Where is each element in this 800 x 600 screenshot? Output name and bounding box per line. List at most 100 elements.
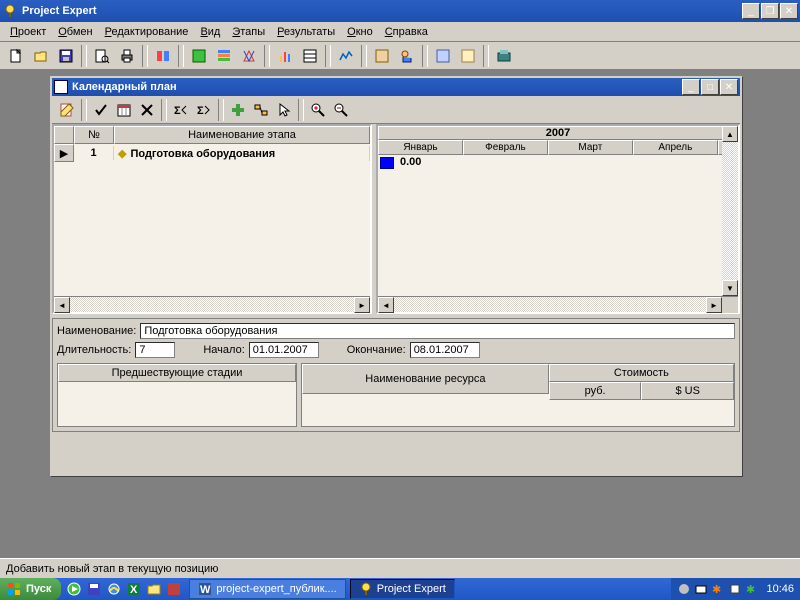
tray-icon[interactable] xyxy=(694,582,708,596)
duration-field[interactable]: 7 xyxy=(135,342,175,358)
gantt-month: Март xyxy=(548,140,633,155)
menu-project[interactable]: Проект xyxy=(4,24,52,40)
check-icon[interactable] xyxy=(90,99,112,121)
gantt-bar[interactable] xyxy=(380,157,394,169)
menu-help[interactable]: Справка xyxy=(379,24,434,40)
indent-right-icon[interactable]: Σ xyxy=(193,99,215,121)
print-button[interactable] xyxy=(115,44,139,68)
mdi-area: Календарный план _ □ ✕ Σ Σ xyxy=(0,70,800,558)
link-icon[interactable] xyxy=(250,99,272,121)
duration-label: Длительность: xyxy=(57,344,131,356)
child-minimize-button[interactable]: _ xyxy=(682,79,700,95)
tray-icon[interactable]: ✱ xyxy=(745,582,759,596)
bulb-icon xyxy=(359,582,373,596)
new-button[interactable] xyxy=(4,44,28,68)
clock[interactable]: 10:46 xyxy=(766,583,794,595)
tray-icon[interactable] xyxy=(728,582,742,596)
close-button[interactable]: ✕ xyxy=(780,3,798,19)
start-field[interactable]: 01.01.2007 xyxy=(249,342,319,358)
predecessors-header: Предшествующие стадии xyxy=(58,364,296,382)
right-hscrollbar[interactable]: ◄ ► xyxy=(378,296,738,312)
tray-icon[interactable]: ✱ xyxy=(711,582,725,596)
indent-left-icon[interactable]: Σ xyxy=(170,99,192,121)
scroll-down-icon[interactable]: ▼ xyxy=(722,280,738,296)
end-label: Окончание: xyxy=(347,344,406,356)
scroll-left-icon[interactable]: ◄ xyxy=(378,297,394,313)
right-vscrollbar[interactable]: ▲ ▼ xyxy=(722,126,738,296)
table-row[interactable]: ▶ 1 ◆Подготовка оборудования xyxy=(54,144,370,162)
scroll-right-icon[interactable]: ► xyxy=(706,297,722,313)
calendar-icon[interactable] xyxy=(113,99,135,121)
cell-stage-name: ◆Подготовка оборудования xyxy=(114,146,370,161)
add-icon[interactable] xyxy=(227,99,249,121)
tool-9[interactable] xyxy=(395,44,419,68)
col-stage-name[interactable]: Наименование этапа xyxy=(114,126,370,144)
task-label: project-expert_публик.... xyxy=(216,583,336,595)
menu-window[interactable]: Окно xyxy=(341,24,379,40)
preview-button[interactable] xyxy=(90,44,114,68)
tool-1[interactable] xyxy=(151,44,175,68)
start-label: Начало: xyxy=(203,344,244,356)
tool-12[interactable] xyxy=(492,44,516,68)
minimize-button[interactable]: _ xyxy=(742,3,760,19)
zoom-out-icon[interactable] xyxy=(330,99,352,121)
pointer-icon[interactable] xyxy=(273,99,295,121)
tool-8[interactable] xyxy=(370,44,394,68)
tool-6[interactable] xyxy=(298,44,322,68)
svg-text:Σ: Σ xyxy=(174,105,181,117)
open-button[interactable] xyxy=(29,44,53,68)
child-maximize-button[interactable]: □ xyxy=(701,79,719,95)
resources-grid[interactable]: Наименование ресурса Стоимость руб. $ US xyxy=(301,363,735,427)
menu-stages[interactable]: Этапы xyxy=(226,24,271,40)
child-titlebar[interactable]: Календарный план _ □ ✕ xyxy=(52,78,740,96)
app-titlebar: Project Expert _ ❐ ✕ xyxy=(0,0,800,22)
col-number[interactable]: № xyxy=(74,126,114,144)
menu-exchange[interactable]: Обмен xyxy=(52,24,98,40)
gantt-month: Апрель xyxy=(633,140,718,155)
ql-media-icon[interactable] xyxy=(65,580,83,598)
gantt-row[interactable]: 0.00 xyxy=(378,155,738,173)
cost-header: Стоимость xyxy=(549,364,734,382)
edit-icon[interactable] xyxy=(56,99,78,121)
predecessors-grid[interactable]: Предшествующие стадии xyxy=(57,363,297,427)
menu-edit[interactable]: Редактирование xyxy=(99,24,195,40)
tool-7[interactable] xyxy=(334,44,358,68)
tool-11[interactable] xyxy=(456,44,480,68)
save-button[interactable] xyxy=(54,44,78,68)
gantt-pane: 2007 Январь Февраль Март Апрель 0.00 xyxy=(376,124,740,314)
child-close-button[interactable]: ✕ xyxy=(720,79,738,95)
menu-view[interactable]: Вид xyxy=(194,24,226,40)
tool-4[interactable] xyxy=(237,44,261,68)
scroll-right-icon[interactable]: ► xyxy=(354,297,370,313)
word-icon: W xyxy=(198,582,212,596)
svg-text:Σ: Σ xyxy=(197,105,204,117)
ql-excel-icon[interactable]: X xyxy=(125,580,143,598)
ql-save-icon[interactable] xyxy=(85,580,103,598)
scroll-left-icon[interactable]: ◄ xyxy=(54,297,70,313)
zoom-in-icon[interactable] xyxy=(307,99,329,121)
tool-3[interactable] xyxy=(212,44,236,68)
row-indicator-icon[interactable]: ▶ xyxy=(54,144,74,162)
name-field[interactable]: Подготовка оборудования xyxy=(140,323,735,339)
tray-icon[interactable] xyxy=(677,582,691,596)
ql-ie-icon[interactable] xyxy=(105,580,123,598)
details-panel: Наименование: Подготовка оборудования Дл… xyxy=(52,318,740,432)
restore-button[interactable]: ❐ xyxy=(761,3,779,19)
end-field[interactable]: 08.01.2007 xyxy=(410,342,480,358)
delete-icon[interactable] xyxy=(136,99,158,121)
start-label: Пуск xyxy=(26,583,51,595)
ql-app-icon[interactable] xyxy=(165,580,183,598)
ql-folder-icon[interactable] xyxy=(145,580,163,598)
row-selector-header xyxy=(54,126,74,144)
taskbar-item-active[interactable]: Project Expert xyxy=(350,579,455,599)
scroll-up-icon[interactable]: ▲ xyxy=(722,126,738,142)
menu-results[interactable]: Результаты xyxy=(271,24,341,40)
tool-10[interactable] xyxy=(431,44,455,68)
left-hscrollbar[interactable]: ◄ ► xyxy=(54,296,370,312)
name-label: Наименование: xyxy=(57,325,136,337)
tool-5[interactable] xyxy=(273,44,297,68)
taskbar-item[interactable]: W project-expert_публик.... xyxy=(189,579,345,599)
tool-2[interactable] xyxy=(187,44,211,68)
main-toolbar xyxy=(0,42,800,70)
start-button[interactable]: Пуск xyxy=(0,578,61,600)
